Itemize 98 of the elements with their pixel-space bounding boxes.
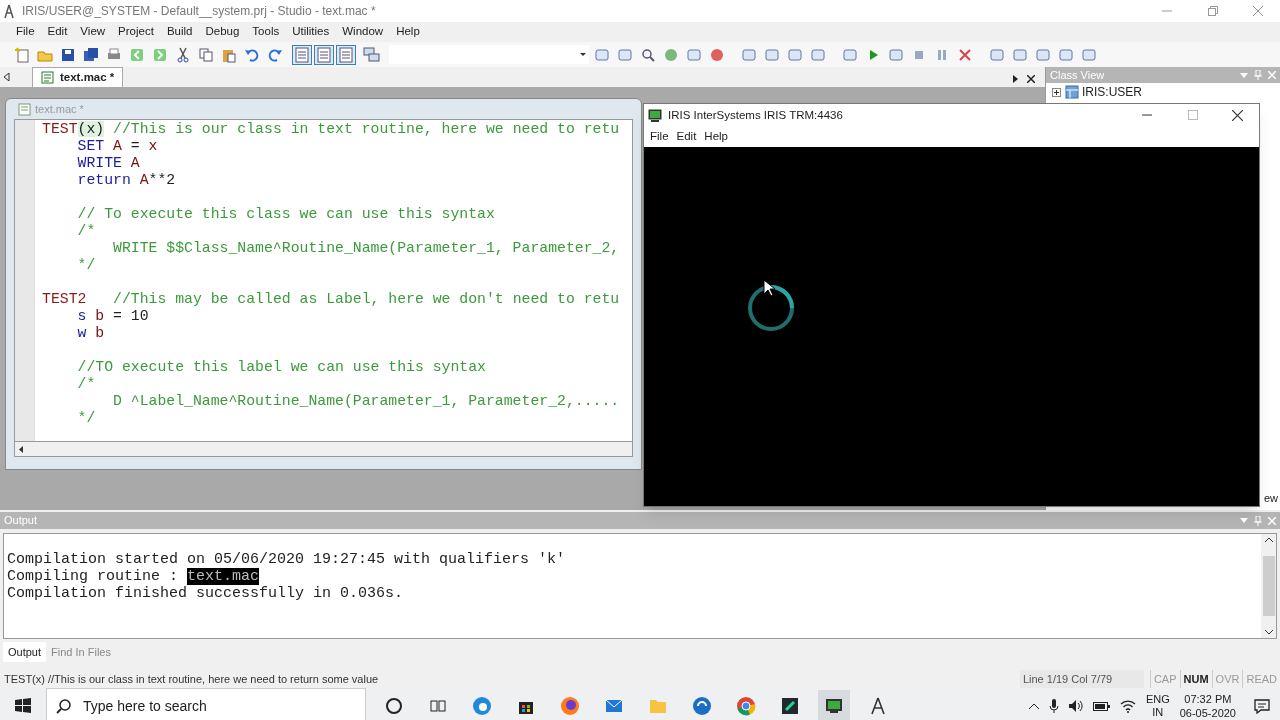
code-line: s b = 10 [76, 308, 150, 325]
compass-icon[interactable] [868, 696, 888, 716]
windows-logo-icon[interactable] [15, 698, 31, 714]
code-line: TEST2 //This may be called as Label, here we don't need to retu [42, 291, 620, 308]
expander-icon[interactable] [1052, 87, 1061, 97]
code-line: SET A = x [76, 138, 159, 155]
app-icon[interactable] [692, 696, 712, 716]
stop-icon[interactable] [709, 46, 725, 63]
editor-window-title: text.mac * [35, 101, 84, 117]
scroll-left-icon[interactable] [19, 445, 24, 453]
save-all-icon[interactable] [83, 46, 99, 63]
vertical-scrollbar[interactable] [1261, 534, 1276, 638]
scroll-up-icon[interactable] [1264, 537, 1273, 543]
menu-item[interactable]: Help [390, 23, 426, 41]
restore-icon[interactable] [1208, 6, 1218, 16]
dropdown-icon[interactable] [1240, 518, 1248, 523]
status-message: TEST(x) //This is our class in text routine, here we need to return some value [3, 671, 379, 687]
chevron-up-icon[interactable] [1028, 702, 1039, 710]
menu-item[interactable]: Utilities [286, 23, 336, 41]
menu-item[interactable]: Debug [199, 23, 246, 41]
panel-tab[interactable]: Output [3, 642, 47, 662]
output-line: Compilation started on 05/06/2020 19:27:45 with qualifiers 'k' [7, 551, 567, 568]
clock-date[interactable]: 06-05-2020 [1179, 706, 1236, 720]
code-line: WRITE $$Class_Name^Routine_Name(Parameter_1, Parameter_2, [112, 240, 620, 257]
region-indicator[interactable]: IN [1152, 706, 1164, 719]
panel-title: Output [4, 513, 38, 529]
code-line: /* [76, 376, 97, 393]
compass-icon [3, 3, 15, 19]
dropdown-icon [580, 53, 586, 56]
circle-icon[interactable] [384, 696, 404, 716]
pin-icon[interactable] [1254, 515, 1262, 526]
code-line: w b [76, 325, 106, 342]
cut-icon[interactable] [175, 46, 191, 63]
mouse-pointer-icon [763, 279, 776, 297]
scroll-right-icon[interactable] [1013, 75, 1019, 83]
menu-item[interactable]: Help [700, 128, 732, 146]
code-line: WRITE A [76, 155, 141, 172]
code-line: TEST(x) //This is our class in text routine, here we need to retu [42, 121, 620, 138]
menu-item[interactable]: File [10, 23, 41, 41]
windows-icon[interactable] [363, 46, 380, 63]
code-editor-icon[interactable] [780, 696, 800, 716]
terminal-icon [648, 109, 662, 122]
scroll-left-icon[interactable] [4, 73, 10, 81]
menu-item[interactable]: Window [336, 23, 390, 41]
wifi-icon[interactable] [1119, 699, 1136, 713]
notification-icon[interactable] [1254, 698, 1270, 714]
maximize-icon[interactable] [1188, 110, 1198, 121]
pin-icon[interactable] [1254, 70, 1262, 80]
panel-title: Class View [1050, 67, 1105, 83]
horizontal-scrollbar[interactable] [14, 442, 633, 457]
menu-item[interactable]: File [646, 128, 673, 146]
save-icon[interactable] [60, 46, 76, 63]
document-tab[interactable]: text.mac * [32, 67, 124, 87]
clock-time[interactable]: 07:32 PM [1184, 692, 1232, 706]
routine-icon [41, 71, 54, 84]
document-icon[interactable] [292, 44, 312, 65]
language-indicator[interactable]: ENG [1145, 693, 1170, 706]
menu-item[interactable]: View [74, 23, 112, 41]
code-line: D ^Label_Name^Routine_Name(Parameter_1, Parameter_2,..... [112, 393, 620, 410]
dropdown-icon[interactable] [1240, 72, 1248, 78]
menu-item[interactable]: Edit [672, 128, 701, 146]
code-line: // To execute this class we can use this syntax [76, 206, 496, 223]
window-title: IRIS InterSystems IRIS TRM:4436 [668, 107, 843, 123]
tree-item[interactable]: IRIS:USER [1082, 83, 1142, 101]
code-line: */ [76, 257, 97, 274]
window-title: IRIS/USER@_SYSTEM - Default__system.prj - Studio - text.mac * [22, 3, 376, 20]
new-file-icon[interactable] [14, 46, 30, 63]
output-line: Compilation finished successfully in 0.036s. [7, 585, 405, 602]
fox-icon[interactable] [560, 696, 580, 716]
speaker-icon[interactable] [1068, 699, 1083, 713]
code-line: /* [76, 223, 97, 240]
search-field[interactable]: Type here to search [46, 688, 366, 720]
search-icon [56, 698, 72, 714]
close-icon[interactable] [1027, 75, 1035, 83]
code-line: //TO execute this label we can use this syntax [76, 359, 487, 376]
search-icon[interactable] [640, 46, 656, 63]
browser-icon[interactable] [472, 696, 492, 716]
scroll-down-icon[interactable] [1264, 629, 1273, 635]
code-line: return A**2 [76, 172, 177, 189]
panel-tab[interactable]: ew [1263, 489, 1278, 506]
back-icon[interactable] [129, 46, 145, 63]
code-line: */ [76, 410, 97, 427]
menu-item[interactable]: Build [160, 23, 199, 41]
menu-item[interactable]: Project [112, 23, 160, 41]
close-icon[interactable] [1232, 110, 1243, 121]
output-line: Compiling routine : text.mac [7, 568, 261, 585]
cursor-position: Line 1/19 Col 7/79 [1019, 670, 1144, 688]
routine-icon [18, 102, 31, 116]
forward-icon[interactable] [152, 46, 168, 63]
scrollbar-thumb[interactable] [1262, 556, 1275, 616]
database-icon [1064, 85, 1079, 99]
menu-item[interactable]: Edit [41, 23, 74, 41]
chrome-icon[interactable] [736, 696, 756, 716]
copy-icon[interactable] [198, 46, 214, 63]
battery-icon[interactable] [1092, 699, 1110, 713]
microphone-icon[interactable] [1048, 699, 1059, 713]
globe-icon[interactable] [663, 46, 679, 63]
menu-item[interactable]: Tools [246, 23, 286, 41]
